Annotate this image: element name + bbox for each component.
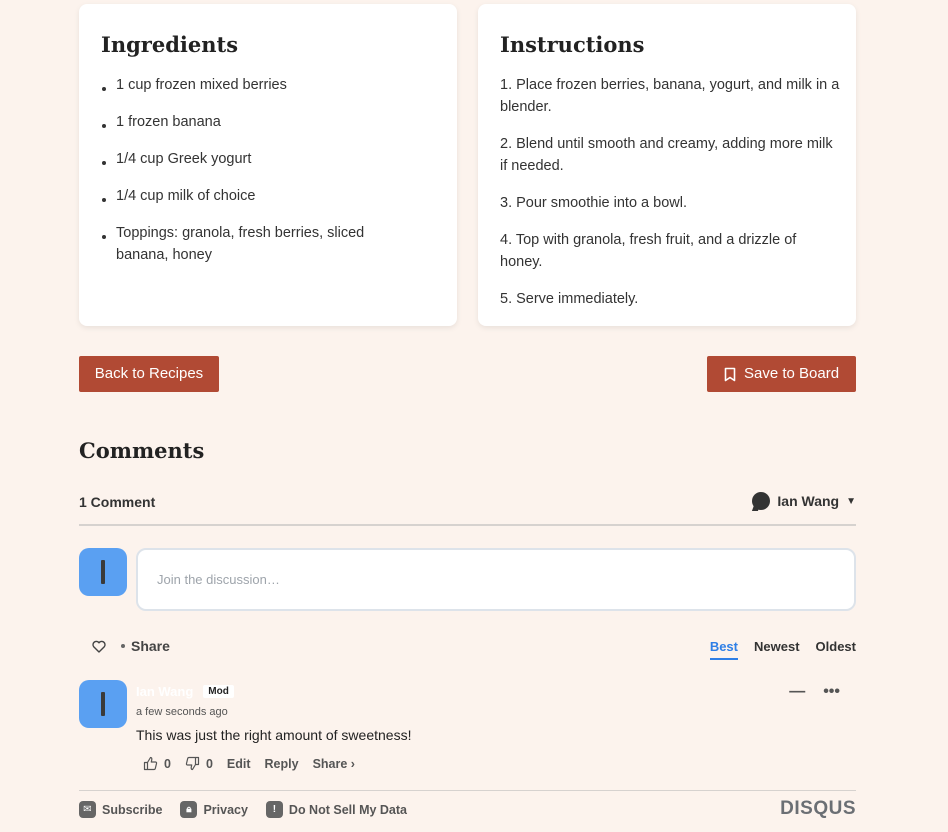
caret-down-icon: ▼ <box>846 495 856 507</box>
downvote-button[interactable]: 0 <box>185 756 213 771</box>
comment-share-button[interactable]: Share › <box>313 757 355 771</box>
ingredient-item: Toppings: granola, fresh berries, sliced… <box>101 222 401 266</box>
ingredients-list: 1 cup frozen mixed berries 1 frozen bana… <box>101 74 421 281</box>
bookmark-icon <box>724 367 736 381</box>
discussion-input-placeholder: Join the discussion… <box>157 572 280 587</box>
tab-best[interactable]: Best <box>709 639 738 660</box>
ingredient-item: 1 cup frozen mixed berries <box>101 74 421 96</box>
instruction-step: 1. Place frozen berries, banana, yogurt,… <box>500 77 840 115</box>
comment-menu: — ••• <box>789 683 840 701</box>
comment-actions: 0 0 Edit Reply Share › <box>143 756 355 771</box>
avatar <box>79 548 127 596</box>
discussion-toolbar: Share <box>92 638 170 654</box>
upvote-button[interactable]: 0 <box>143 756 171 771</box>
subscribe-label: Subscribe <box>102 802 163 817</box>
ingredients-title: Ingredients <box>101 32 239 57</box>
footer-divider <box>79 790 856 791</box>
back-to-recipes-button[interactable]: Back to Recipes <box>79 356 219 392</box>
thumbs-down-icon <box>185 756 200 771</box>
user-menu-name: Ian Wang <box>777 493 840 509</box>
disqus-footer: ✉ Subscribe 🔒︎ Privacy ! Do Not Sell My … <box>79 801 407 818</box>
comment-author[interactable]: Ian Wang <box>136 684 193 699</box>
instruction-step: 4. Top with granola, fresh fruit, and a … <box>500 232 797 270</box>
disqus-logo[interactable]: DISQUS <box>780 798 856 820</box>
do-not-sell-link[interactable]: ! Do Not Sell My Data <box>265 801 407 818</box>
tab-newest[interactable]: Newest <box>754 639 800 660</box>
instructions-title: Instructions <box>500 32 645 57</box>
user-bubble-icon <box>752 492 771 510</box>
alert-icon: ! <box>265 801 283 818</box>
privacy-link[interactable]: 🔒︎ Privacy <box>180 801 248 818</box>
share-label: Share <box>131 638 170 654</box>
discussion-input[interactable]: Join the discussion… <box>136 548 856 611</box>
save-to-board-button[interactable]: Save to Board <box>707 356 856 392</box>
separator-dot-icon <box>121 644 125 648</box>
ingredients-card: Ingredients 1 cup frozen mixed berries 1… <box>79 4 457 326</box>
ingredient-item: 1/4 cup Greek yogurt <box>101 148 421 170</box>
instruction-step: 2. Blend until smooth and creamy, adding… <box>500 136 833 174</box>
share-button[interactable]: Share <box>121 638 170 654</box>
header-divider <box>79 524 856 526</box>
reply-button[interactable]: Reply <box>265 757 299 771</box>
subscribe-link[interactable]: ✉ Subscribe <box>79 801 162 818</box>
heart-icon[interactable] <box>92 640 106 653</box>
back-to-recipes-label: Back to Recipes <box>94 365 204 382</box>
sort-tabs: Best Newest Oldest <box>709 639 856 660</box>
instruction-step: 3. Pour smoothie into a bowl. <box>500 195 687 211</box>
ingredient-item: 1 frozen banana <box>101 111 421 133</box>
instructions-card: Instructions 1. Place frozen berries, ba… <box>478 4 856 326</box>
do-not-sell-label: Do Not Sell My Data <box>288 802 407 817</box>
ingredient-item: 1/4 cup milk of choice <box>101 185 421 207</box>
envelope-icon: ✉ <box>79 801 96 818</box>
instruction-step: 5. Serve immediately. <box>500 291 639 307</box>
more-options-icon[interactable]: ••• <box>823 683 840 701</box>
comment-avatar[interactable] <box>79 680 127 728</box>
user-menu[interactable]: Ian Wang ▼ <box>752 492 856 510</box>
thumbs-up-icon <box>143 756 158 771</box>
collapse-icon[interactable]: — <box>789 683 805 701</box>
comment-timestamp[interactable]: a few seconds ago <box>136 706 228 718</box>
comment-header: Ian Wang Mod <box>136 684 234 699</box>
lock-icon: 🔒︎ <box>180 801 198 818</box>
privacy-label: Privacy <box>203 802 248 817</box>
comment-count: 1 Comment <box>79 494 156 510</box>
save-to-board-label: Save to Board <box>743 365 840 382</box>
upvote-count: 0 <box>164 756 171 771</box>
tab-oldest[interactable]: Oldest <box>816 639 856 660</box>
instructions-list: 1. Place frozen berries, banana, yogurt,… <box>500 74 840 325</box>
mod-badge: Mod <box>203 685 234 698</box>
comments-title: Comments <box>79 438 205 463</box>
downvote-count: 0 <box>205 756 213 771</box>
edit-button[interactable]: Edit <box>227 757 251 771</box>
comment-text: This was just the right amount of sweetn… <box>136 727 412 743</box>
